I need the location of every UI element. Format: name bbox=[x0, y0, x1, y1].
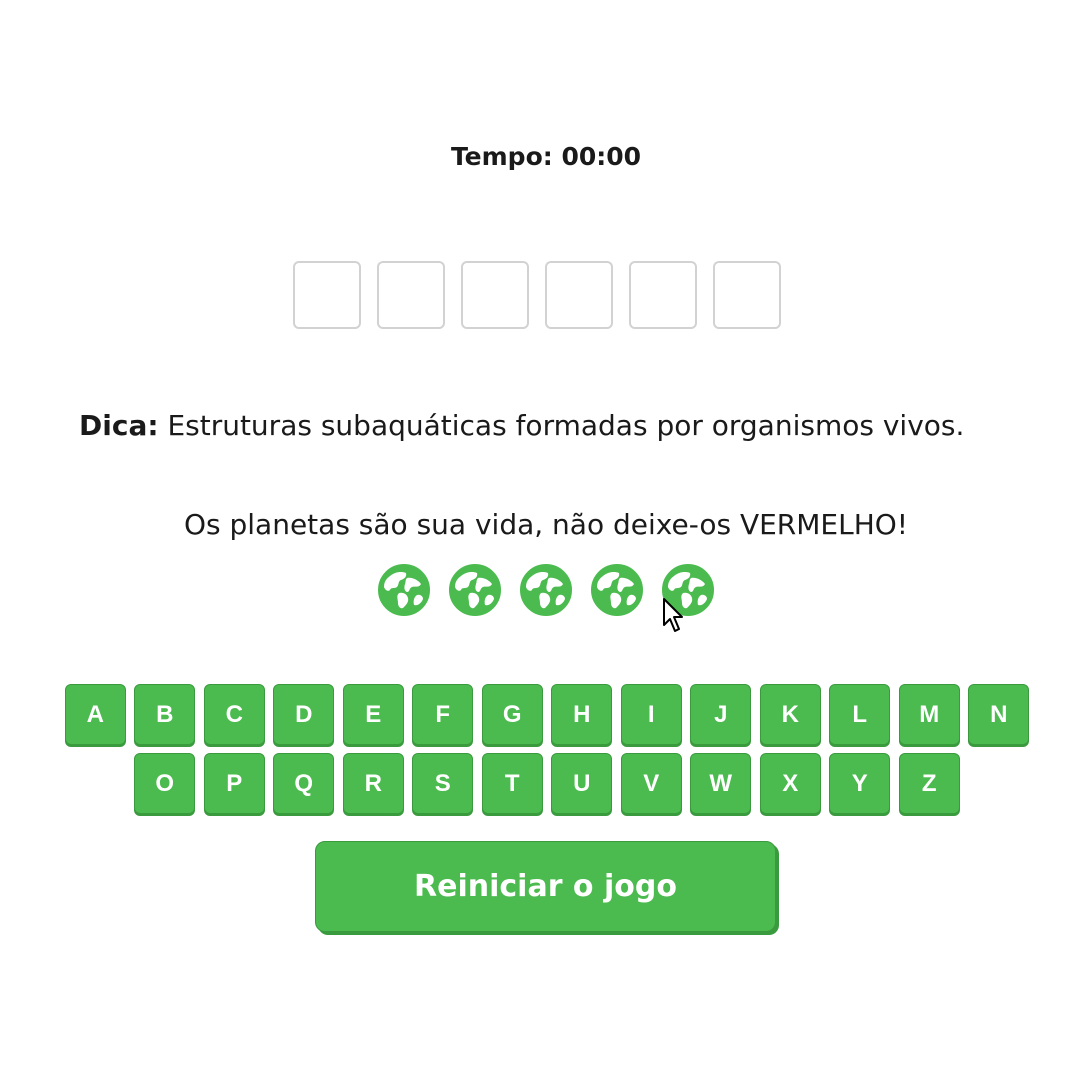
restart-button[interactable]: Reiniciar o jogo bbox=[315, 841, 776, 932]
timer-value: 00:00 bbox=[561, 142, 642, 171]
letter-slot bbox=[377, 261, 445, 329]
letter-key-h[interactable]: H bbox=[551, 684, 613, 745]
letter-slot bbox=[293, 261, 361, 329]
letter-key-c[interactable]: C bbox=[203, 684, 265, 745]
letter-key-o[interactable]: O bbox=[134, 753, 196, 814]
mouse-cursor-icon bbox=[663, 598, 683, 632]
letter-key-v[interactable]: V bbox=[620, 753, 682, 814]
timer: Tempo: 00:00 bbox=[0, 142, 1080, 171]
letter-key-e[interactable]: E bbox=[342, 684, 404, 745]
letter-key-m[interactable]: M bbox=[898, 684, 960, 745]
letter-key-s[interactable]: S bbox=[412, 753, 474, 814]
hint-label: Dica: bbox=[79, 409, 159, 442]
letter-key-i[interactable]: I bbox=[620, 684, 682, 745]
letter-key-a[interactable]: A bbox=[64, 684, 126, 745]
letter-key-k[interactable]: K bbox=[759, 684, 821, 745]
letter-key-x[interactable]: X bbox=[759, 753, 821, 814]
letter-key-r[interactable]: R bbox=[342, 753, 404, 814]
hint: Dica: Estruturas subaquáticas formadas p… bbox=[79, 409, 979, 442]
letter-keyboard: ABCDEFGHIJKLMN OPQRSTUVWXYZ bbox=[64, 684, 1030, 814]
letter-slot bbox=[713, 261, 781, 329]
letter-slot bbox=[545, 261, 613, 329]
hint-text: Estruturas subaquáticas formadas por org… bbox=[167, 409, 965, 442]
letter-slot bbox=[461, 261, 529, 329]
letter-key-z[interactable]: Z bbox=[898, 753, 960, 814]
letter-key-l[interactable]: L bbox=[829, 684, 891, 745]
letter-key-w[interactable]: W bbox=[690, 753, 752, 814]
letter-key-b[interactable]: B bbox=[134, 684, 196, 745]
globe-icon bbox=[448, 563, 502, 617]
letter-key-u[interactable]: U bbox=[551, 753, 613, 814]
letter-key-t[interactable]: T bbox=[481, 753, 543, 814]
lives-warning: Os planetas são sua vida, não deixe-os V… bbox=[183, 508, 909, 541]
letter-slot bbox=[629, 261, 697, 329]
letter-key-d[interactable]: D bbox=[273, 684, 335, 745]
letter-key-y[interactable]: Y bbox=[829, 753, 891, 814]
timer-label: Tempo: bbox=[450, 142, 553, 171]
globe-icon bbox=[519, 563, 573, 617]
letter-key-q[interactable]: Q bbox=[273, 753, 335, 814]
letter-key-p[interactable]: P bbox=[203, 753, 265, 814]
globe-icon bbox=[590, 563, 644, 617]
letter-key-j[interactable]: J bbox=[690, 684, 752, 745]
word-slots bbox=[293, 261, 781, 329]
letter-key-n[interactable]: N bbox=[968, 684, 1030, 745]
letter-key-f[interactable]: F bbox=[412, 684, 474, 745]
letter-key-g[interactable]: G bbox=[481, 684, 543, 745]
globe-icon bbox=[377, 563, 431, 617]
